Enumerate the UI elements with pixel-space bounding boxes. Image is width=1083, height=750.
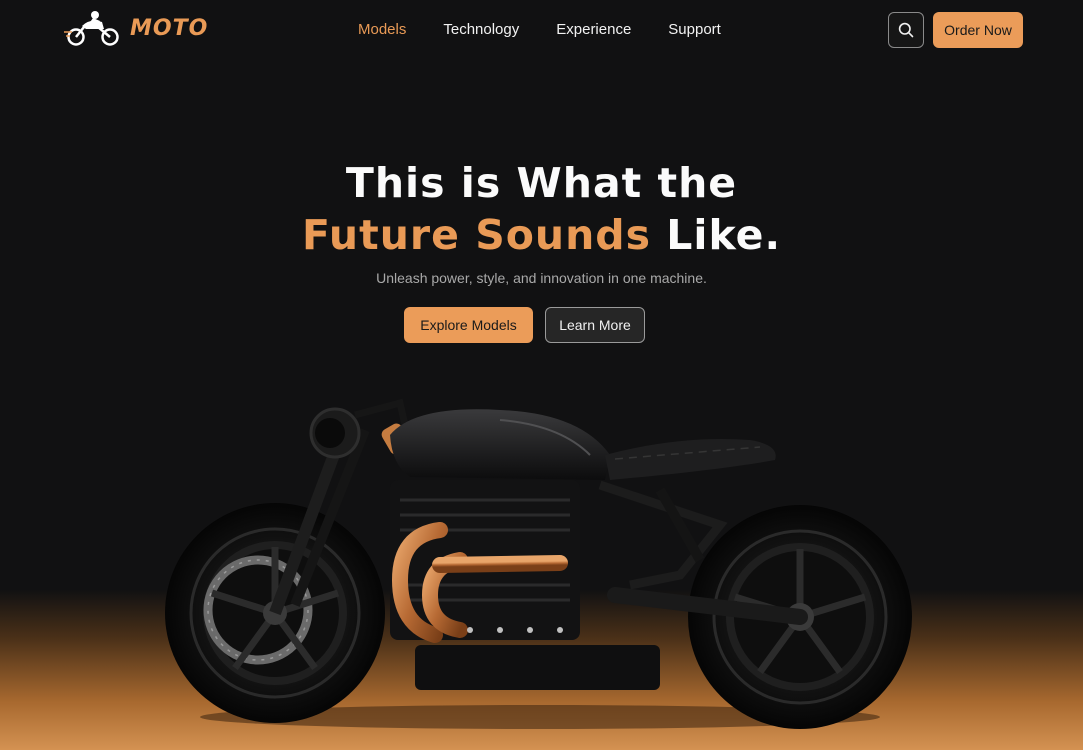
hero-subtitle: Unleash power, style, and innovation in … — [376, 270, 707, 286]
explore-models-button[interactable]: Explore Models — [404, 307, 533, 343]
learn-more-button[interactable]: Learn More — [545, 307, 645, 343]
top-navigation: MOTO Models Technology Experience Suppor… — [0, 0, 1083, 64]
search-icon — [898, 22, 914, 38]
nav-item-models[interactable]: Models — [358, 21, 406, 38]
hero-title-rest: Like. — [651, 211, 782, 259]
hero-title-line-2: Future Sounds Like. — [0, 209, 1083, 262]
hero-title-accent: Future Sounds — [301, 211, 652, 259]
brand-name: MOTO — [130, 15, 209, 41]
order-now-button[interactable]: Order Now — [933, 12, 1023, 48]
search-button[interactable] — [888, 12, 924, 48]
nav-item-experience[interactable]: Experience — [556, 21, 631, 38]
nav-item-support[interactable]: Support — [668, 21, 721, 38]
motorcycle-rider-icon — [64, 11, 119, 46]
hero-motorcycle-image — [165, 398, 912, 729]
hero-title-line-1: This is What the — [345, 159, 738, 207]
nav-item-technology[interactable]: Technology — [443, 21, 519, 38]
brand-logo[interactable]: MOTO — [64, 10, 208, 46]
main-menu: Models Technology Experience Support — [358, 21, 758, 38]
